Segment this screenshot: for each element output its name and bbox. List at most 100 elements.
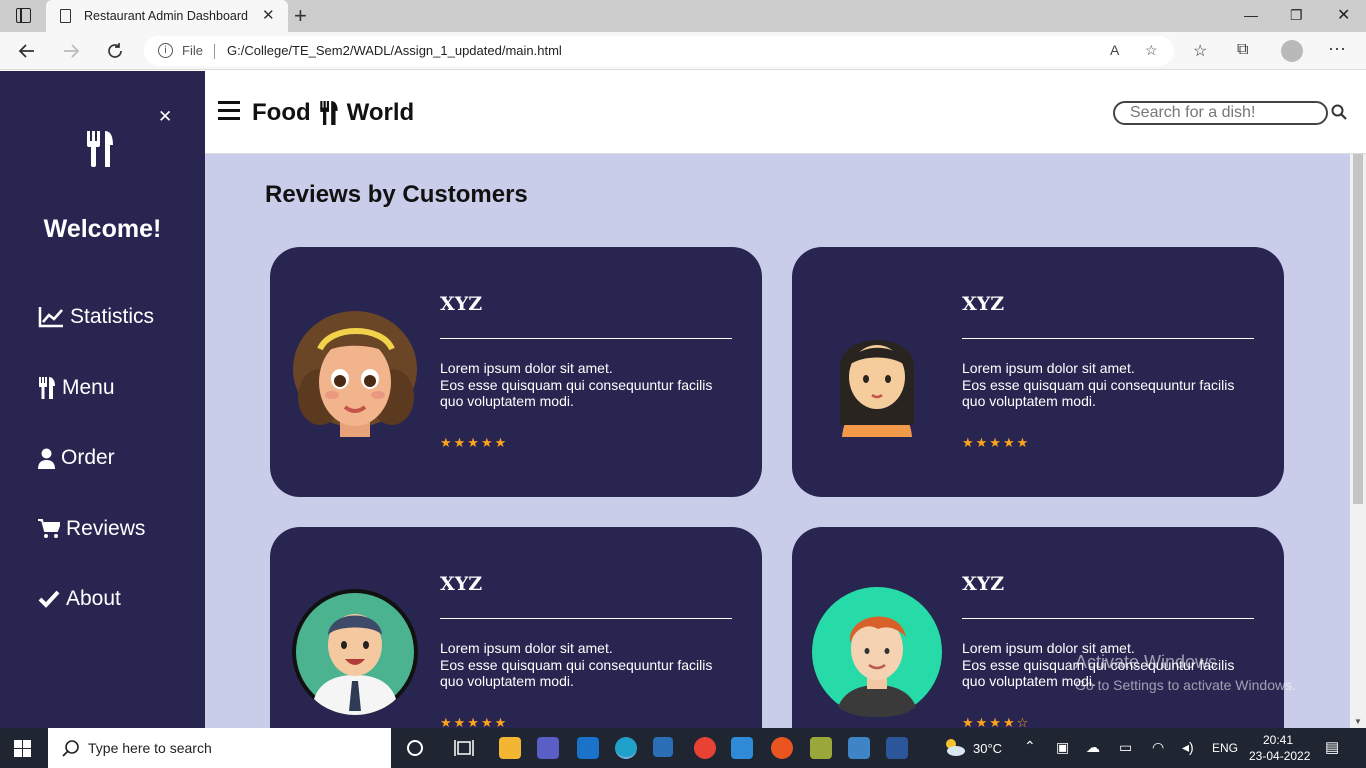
review-text-line: quo voluptatem modi.	[440, 673, 574, 689]
windows-start-icon[interactable]	[14, 740, 31, 757]
reviewer-name: XYZ	[440, 573, 483, 595]
sidebar-item-about[interactable]: About	[38, 587, 121, 611]
weather-icon[interactable]	[942, 737, 966, 757]
customer-avatar	[812, 587, 942, 717]
show-hidden-icons-icon[interactable]: ⌃	[1024, 738, 1036, 755]
tab-title: Restaurant Admin Dashboard	[84, 9, 248, 23]
app-icon[interactable]	[810, 737, 832, 759]
review-text-line: Eos esse quisquam qui consequuntur facil…	[440, 656, 713, 673]
restore-icon[interactable]: ❐	[1290, 7, 1303, 24]
onedrive-icon[interactable]: ☁	[1086, 739, 1100, 756]
page-scrollbar[interactable]: ▼	[1350, 154, 1366, 728]
review-card: XYZ Lorem ipsum dolor sit amet. Eos esse…	[792, 247, 1284, 497]
browser-tab[interactable]: Restaurant Admin Dashboard ✕	[46, 0, 288, 32]
cortana-icon[interactable]	[406, 739, 424, 757]
more-options-icon[interactable]: ···	[1328, 38, 1346, 59]
forward-icon[interactable]	[62, 42, 80, 60]
collections-icon[interactable]: ⧉	[1237, 41, 1248, 59]
brand-logo[interactable]: Food World	[252, 99, 414, 127]
file-explorer-icon[interactable]	[499, 737, 521, 759]
notifications-icon[interactable]: ▤	[1325, 738, 1339, 756]
reviewer-name: XYZ	[962, 573, 1005, 595]
activate-windows-title: Activate Windows	[1075, 652, 1218, 672]
read-aloud-icon[interactable]: A	[1110, 42, 1119, 58]
star-rating: ★★★★☆	[962, 716, 1031, 728]
reviewer-name: XYZ	[962, 293, 1005, 315]
brand-text-right: World	[346, 99, 415, 126]
language-indicator[interactable]: ENG	[1212, 741, 1238, 755]
search-icon[interactable]	[1331, 104, 1347, 120]
reload-icon[interactable]	[106, 42, 124, 60]
scroll-down-arrow-icon[interactable]: ▼	[1354, 717, 1362, 726]
add-favorite-icon[interactable]: ☆	[1145, 42, 1158, 59]
sidebar-item-label: Order	[61, 446, 115, 469]
teams-icon[interactable]	[537, 737, 559, 759]
volume-icon[interactable]: ◂)	[1182, 739, 1194, 756]
battery-icon[interactable]: ▭	[1119, 739, 1132, 756]
info-icon[interactable]: i	[158, 43, 173, 58]
utensils-logo-icon	[87, 131, 113, 167]
wifi-icon[interactable]: ◠	[1152, 739, 1164, 756]
virtualbox-icon[interactable]	[653, 737, 673, 757]
scrollbar-thumb[interactable]	[1353, 154, 1363, 504]
sidebar-item-statistics[interactable]: Statistics	[38, 305, 154, 329]
browser-tab-strip: Restaurant Admin Dashboard ✕ + — ❐ ✕	[0, 0, 1366, 32]
sidebar-item-order[interactable]: Order	[38, 446, 115, 470]
divider	[962, 618, 1254, 619]
sidebar-item-label: Reviews	[66, 517, 146, 540]
review-text-line: Lorem ipsum dolor sit amet.	[440, 640, 613, 656]
welcome-heading: Welcome!	[43, 215, 162, 243]
review-card: XYZ Lorem ipsum dolor sit amet. Eos esse…	[270, 247, 762, 497]
sidebar-item-reviews[interactable]: Reviews	[38, 517, 145, 541]
divider	[440, 338, 732, 339]
back-icon[interactable]	[18, 42, 36, 60]
taskbar-search-box[interactable]: Type here to search	[48, 728, 391, 768]
weather-temperature[interactable]: 30°C	[973, 741, 1002, 756]
top-header: Food World	[205, 71, 1366, 154]
favorites-icon[interactable]: ☆	[1193, 41, 1207, 61]
profile-avatar[interactable]	[1281, 40, 1303, 62]
clock-date[interactable]: 23-04-2022	[1249, 749, 1310, 763]
chart-line-icon	[38, 307, 63, 328]
review-text-line: Eos esse quisquam qui consequuntur facil…	[962, 376, 1235, 393]
address-bar[interactable]: i File G:/College/TE_Sem2/WADL/Assign_1_…	[144, 36, 1174, 66]
mail-icon[interactable]	[577, 737, 599, 759]
vscode-icon[interactable]	[731, 737, 753, 759]
page-title: Reviews by Customers	[265, 181, 528, 208]
clock-time[interactable]: 20:41	[1263, 733, 1293, 747]
utensils-icon	[39, 377, 55, 399]
browser-toolbar: i File G:/College/TE_Sem2/WADL/Assign_1_…	[0, 32, 1366, 70]
sidebar-item-menu[interactable]: Menu	[38, 376, 115, 400]
word-icon[interactable]	[886, 737, 908, 759]
sidebar-close-icon[interactable]: ✕	[158, 107, 172, 127]
ubuntu-icon[interactable]	[771, 737, 793, 759]
main-content: Reviews by Customers XYZ Lorem ipsum dol…	[205, 154, 1350, 728]
review-text-line: Lorem ipsum dolor sit amet.	[440, 360, 613, 376]
sidebar-item-label: Statistics	[70, 305, 155, 328]
divider	[440, 618, 732, 619]
tab-close-icon[interactable]: ✕	[262, 6, 275, 24]
edge-icon[interactable]	[615, 737, 637, 759]
check-icon	[38, 590, 60, 608]
meet-now-icon[interactable]: ▣	[1056, 739, 1069, 756]
network-app-icon[interactable]	[848, 737, 870, 759]
url-text[interactable]: G:/College/TE_Sem2/WADL/Assign_1_updated…	[227, 43, 562, 58]
star-rating: ★★★★★	[962, 436, 1031, 451]
customer-avatar	[292, 589, 418, 715]
minimize-icon[interactable]: —	[1244, 7, 1258, 23]
brand-text-left: Food	[252, 99, 311, 126]
task-view-icon[interactable]	[454, 739, 474, 757]
review-card: XYZ Lorem ipsum dolor sit amet. Eos esse…	[270, 527, 762, 728]
new-tab-icon[interactable]: +	[294, 3, 307, 29]
tab-actions-icon[interactable]	[16, 8, 31, 23]
hamburger-menu-icon[interactable]	[218, 101, 240, 121]
search-icon	[62, 740, 79, 757]
user-icon	[38, 448, 55, 469]
reviewer-name: XYZ	[440, 293, 483, 315]
file-label: File	[182, 43, 203, 58]
sidebar-item-label: About	[66, 587, 121, 610]
chrome-icon[interactable]	[694, 737, 716, 759]
window-close-icon[interactable]: ✕	[1337, 5, 1350, 25]
star-rating: ★★★★★	[440, 436, 509, 451]
dish-search-input[interactable]	[1113, 101, 1328, 125]
